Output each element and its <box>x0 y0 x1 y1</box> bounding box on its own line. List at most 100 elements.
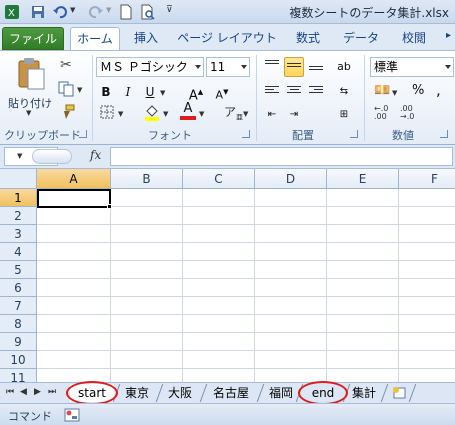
sheet-tab-osaka[interactable]: 大阪 <box>162 384 198 402</box>
font-color-dropdown-icon[interactable]: ▼ <box>199 110 204 118</box>
column-header[interactable]: F <box>399 169 455 189</box>
last-sheet-icon[interactable]: ⏭ <box>48 387 56 397</box>
column-header[interactable]: A <box>37 169 111 189</box>
row-header[interactable]: 2 <box>0 207 37 225</box>
decrease-decimal-icon[interactable]: .00 →.0 <box>400 105 414 121</box>
align-top-button[interactable] <box>262 57 282 77</box>
row-header[interactable]: 3 <box>0 225 37 243</box>
gridline <box>37 224 455 225</box>
align-right-button[interactable] <box>306 82 326 102</box>
undo-dropdown-icon[interactable]: ▼ <box>70 6 75 14</box>
alignment-launcher-icon[interactable] <box>350 130 358 138</box>
next-sheet-icon[interactable]: ▶ <box>34 387 41 397</box>
align-bottom-button[interactable] <box>306 57 326 77</box>
print-preview-icon[interactable] <box>140 4 156 20</box>
copy-icon[interactable] <box>58 81 76 97</box>
select-all-button[interactable] <box>0 169 37 189</box>
tab-data[interactable]: データ <box>336 27 386 50</box>
row-header[interactable]: 9 <box>0 333 37 351</box>
phonetic-dropdown-icon[interactable]: ▼ <box>243 110 248 118</box>
font-color-icon[interactable]: A <box>180 102 196 120</box>
redo-icon[interactable] <box>88 4 104 20</box>
prev-sheet-icon[interactable]: ◀ <box>20 387 27 397</box>
font-size-combo[interactable]: 11 <box>206 57 250 77</box>
name-box-dropdown-icon[interactable]: ▼ <box>17 152 22 160</box>
tab-formulas[interactable]: 数式 <box>288 27 328 50</box>
redo-dropdown-icon[interactable]: ▼ <box>106 6 111 14</box>
ribbon-overflow-icon[interactable]: ▸ <box>446 30 451 41</box>
align-left-button[interactable] <box>262 82 282 102</box>
column-header[interactable]: D <box>255 169 327 189</box>
underline-button[interactable]: U <box>140 82 160 102</box>
underline-dropdown-icon[interactable]: ▼ <box>160 89 165 97</box>
row-header[interactable]: 10 <box>0 351 37 369</box>
bold-button[interactable]: B <box>96 82 116 102</box>
row-header[interactable]: 1 <box>0 189 37 207</box>
decrease-indent-button[interactable]: ⇤ <box>262 105 282 125</box>
first-sheet-icon[interactable]: ⏮ <box>6 387 14 397</box>
column-header[interactable]: C <box>183 169 255 189</box>
active-cell-a1[interactable] <box>37 189 111 208</box>
sheet-tab-fukuoka[interactable]: 福岡 <box>264 384 298 402</box>
group-separator <box>92 55 93 141</box>
undo-icon[interactable] <box>52 4 68 20</box>
fill-color-icon[interactable] <box>144 103 160 121</box>
phonetic-guide-icon[interactable]: ア亜 <box>224 103 243 122</box>
font-launcher-icon[interactable] <box>242 130 250 138</box>
number-format-combo[interactable]: 標準 <box>370 57 454 77</box>
row-header[interactable]: 7 <box>0 297 37 315</box>
insert-sheet-icon[interactable] <box>392 386 408 400</box>
worksheet-grid[interactable]: A B C D E F 1 2 3 4 5 6 7 8 9 10 11 <box>0 169 455 382</box>
increase-font-size-button[interactable]: A▲ <box>186 82 206 103</box>
paste-icon[interactable] <box>16 57 46 91</box>
highlight-ring-end <box>298 381 348 405</box>
row-header[interactable]: 5 <box>0 261 37 279</box>
orientation-button[interactable]: ab <box>334 57 354 77</box>
increase-indent-button[interactable]: ⇥ <box>284 105 304 125</box>
new-document-icon[interactable] <box>118 4 134 20</box>
format-painter-icon[interactable] <box>60 104 76 120</box>
customize-qat-icon[interactable]: ⊽ <box>166 5 173 15</box>
currency-dropdown-icon[interactable]: ▼ <box>392 89 397 97</box>
column-header[interactable]: E <box>327 169 399 189</box>
copy-dropdown-icon[interactable]: ▼ <box>77 86 82 94</box>
tab-insert[interactable]: 挿入 <box>126 27 166 50</box>
italic-button[interactable]: I <box>118 82 138 102</box>
formula-bar-handle-icon[interactable] <box>32 149 72 164</box>
align-middle-button[interactable] <box>284 57 304 77</box>
tab-file[interactable]: ファイル <box>2 27 64 50</box>
align-center-button[interactable] <box>284 82 304 102</box>
row-header[interactable]: 4 <box>0 243 37 261</box>
clipboard-launcher-icon[interactable] <box>79 130 87 138</box>
fill-handle[interactable] <box>107 204 112 209</box>
percent-style-button[interactable]: % <box>412 83 424 98</box>
sheet-tab-tokyo[interactable]: 東京 <box>118 384 156 402</box>
row-header[interactable]: 8 <box>0 315 37 333</box>
currency-format-icon[interactable]: 💴 <box>374 83 390 98</box>
decrease-font-size-button[interactable]: A▼ <box>212 82 232 102</box>
formula-input[interactable] <box>110 147 453 166</box>
row-header[interactable]: 6 <box>0 279 37 297</box>
row-header[interactable]: 11 <box>0 369 37 382</box>
cut-icon[interactable]: ✂ <box>60 57 72 73</box>
save-icon[interactable] <box>30 4 46 20</box>
tab-home[interactable]: ホーム <box>70 27 120 50</box>
tab-review[interactable]: 校閲 <box>392 27 436 50</box>
number-launcher-icon[interactable] <box>440 130 448 138</box>
excel-logo-icon[interactable]: X <box>4 4 20 20</box>
merge-center-button[interactable]: ⊞ <box>334 105 354 125</box>
paste-dropdown-icon[interactable]: ▼ <box>26 109 31 117</box>
tab-page-layout[interactable]: ページ レイアウト <box>172 27 282 50</box>
increase-decimal-icon[interactable]: ←.0.00 <box>374 105 388 121</box>
fill-color-dropdown-icon[interactable]: ▼ <box>163 110 168 118</box>
comma-style-button[interactable]: , <box>436 81 441 99</box>
insert-function-button[interactable]: fx <box>90 148 101 162</box>
sheet-tab-nagoya[interactable]: 名古屋 <box>206 384 256 402</box>
borders-dropdown-icon[interactable]: ▼ <box>118 110 123 118</box>
font-name-combo[interactable]: ＭＳ Ｐゴシック <box>96 57 204 77</box>
column-header[interactable]: B <box>111 169 183 189</box>
wrap-text-button[interactable]: ⇆ <box>334 82 354 102</box>
borders-icon[interactable] <box>100 105 114 119</box>
macro-record-icon[interactable] <box>64 408 80 422</box>
sheet-tab-summary[interactable]: 集計 <box>348 384 380 402</box>
